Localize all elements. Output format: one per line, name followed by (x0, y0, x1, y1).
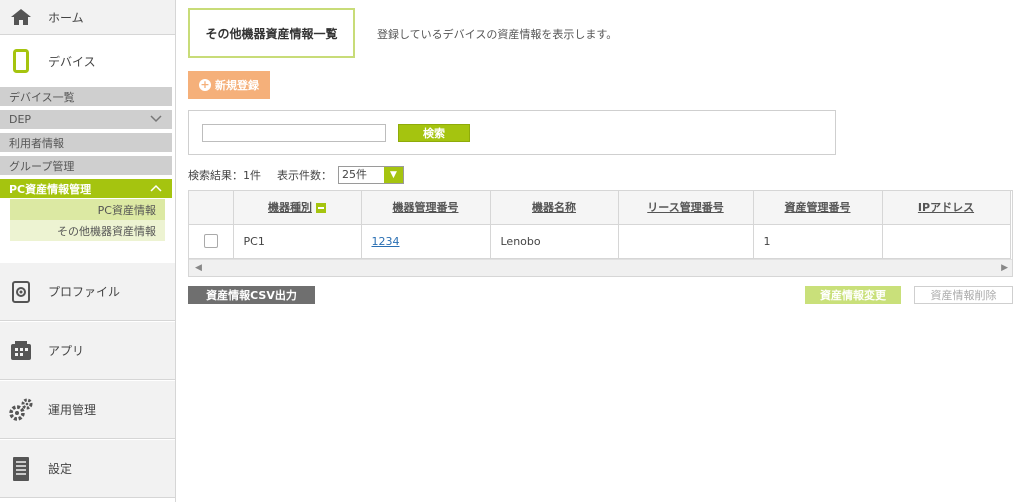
mgmt-no-link[interactable]: 1234 (372, 235, 400, 248)
nav-app-label: アプリ (48, 344, 85, 358)
asset-table: 機器種別 機器管理番号 機器名称 リース管理番号 資産管理番号 IPアドレス P… (188, 190, 1013, 277)
app-icon (8, 338, 34, 364)
plus-icon: + (199, 78, 211, 91)
table-row: PC1 1234 Lenobo 1 (189, 224, 1011, 259)
chevron-up-icon (150, 182, 162, 195)
search-panel: 検索 (188, 110, 836, 155)
result-summary: 検索結果：1件 (188, 169, 261, 182)
dropdown-arrow-icon: ▼ (384, 167, 403, 183)
nav-settings[interactable]: 設定 (0, 440, 175, 498)
sidebar-item-device-list[interactable]: デバイス一覧 (0, 87, 172, 106)
edit-asset-button[interactable]: 資産情報変更 (805, 286, 901, 304)
nav-ops[interactable]: 運用管理 (0, 381, 175, 439)
cell-type: PC1 (233, 224, 362, 259)
header-mgmt-no[interactable]: 機器管理番号 (361, 191, 491, 225)
sidebar: ホーム デバイス デバイス一覧 DEP 利用者情報 グループ管理 PC資産情報管… (0, 0, 176, 502)
nav-device[interactable]: デバイス (0, 35, 175, 87)
cell-ip (882, 224, 1011, 259)
sidebar-item-pc-asset[interactable]: PC資産情報管理 (0, 179, 172, 198)
sidebar-item-group[interactable]: グループ管理 (0, 156, 172, 175)
header-asset-no[interactable]: 資産管理番号 (753, 191, 883, 225)
nav-ops-label: 運用管理 (48, 403, 97, 417)
header-checkbox-col (189, 191, 234, 225)
horizontal-scrollbar[interactable]: ◀ ▶ (189, 259, 1012, 276)
sidebar-item-dep[interactable]: DEP (0, 110, 172, 129)
cell-asset-no: 1 (753, 224, 883, 259)
header-name[interactable]: 機器名称 (490, 191, 619, 225)
sidebar-item-label: 利用者情報 (9, 136, 64, 150)
per-page-label: 表示件数： (277, 169, 332, 182)
delete-asset-button[interactable]: 資産情報削除 (914, 286, 1013, 304)
new-register-label: 新規登録 (215, 79, 259, 92)
search-input[interactable] (202, 124, 386, 142)
result-info: 検索結果：1件 表示件数： 25件 ▼ (188, 166, 404, 184)
nav-profile[interactable]: プロファイル (0, 263, 175, 321)
csv-export-button[interactable]: 資産情報CSV出力 (188, 286, 315, 304)
new-register-button[interactable]: + 新規登録 (188, 71, 270, 99)
sidebar-item-label: PC資産情報 (97, 203, 156, 217)
page-description: 登録しているデバイスの資産情報を表示します。 (377, 28, 618, 41)
sidebar-item-pc-asset-info[interactable]: PC資産情報 (10, 199, 165, 220)
sidebar-item-label: その他機器資産情報 (57, 224, 156, 238)
nav-profile-label: プロファイル (48, 285, 121, 299)
sidebar-item-other-asset-info[interactable]: その他機器資産情報 (10, 220, 165, 241)
sidebar-item-label: グループ管理 (9, 159, 75, 173)
nav-app[interactable]: アプリ (0, 322, 175, 380)
nav-device-label: デバイス (48, 54, 96, 69)
table-header-row: 機器種別 機器管理番号 機器名称 リース管理番号 資産管理番号 IPアドレス (189, 191, 1011, 225)
profile-gear-icon (8, 279, 34, 305)
header-type[interactable]: 機器種別 (233, 191, 362, 225)
header-label: 機器種別 (268, 201, 312, 215)
home-icon (8, 4, 34, 30)
per-page-select[interactable]: 25件 ▼ (338, 166, 404, 184)
sort-icon[interactable] (316, 203, 326, 214)
page-title: その他機器資産情報一覧 (188, 8, 355, 58)
row-checkbox[interactable] (203, 234, 218, 248)
cell-mgmt-no: 1234 (361, 224, 491, 259)
nav-settings-label: 設定 (48, 462, 73, 476)
sidebar-item-user-info[interactable]: 利用者情報 (0, 133, 172, 152)
chevron-down-icon (150, 113, 162, 126)
smartphone-icon (8, 48, 34, 74)
settings-list-icon (8, 456, 34, 482)
row-checkbox-cell (189, 224, 234, 259)
sidebar-item-label: デバイス一覧 (9, 90, 75, 104)
cell-name: Lenobo (490, 224, 619, 259)
header-ip[interactable]: IPアドレス (882, 191, 1011, 225)
cell-lease-no (618, 224, 754, 259)
scroll-right-icon[interactable]: ▶ (1001, 263, 1008, 273)
gears-icon (8, 397, 34, 423)
sidebar-item-label: PC資産情報管理 (9, 182, 92, 196)
scroll-left-icon[interactable]: ◀ (195, 263, 202, 273)
nav-home[interactable]: ホーム (0, 0, 175, 35)
search-button[interactable]: 検索 (398, 124, 470, 142)
nav-home-label: ホーム (48, 10, 84, 25)
sidebar-item-label: DEP (9, 113, 32, 126)
per-page-value: 25件 (342, 168, 367, 181)
header-lease-no[interactable]: リース管理番号 (618, 191, 754, 225)
